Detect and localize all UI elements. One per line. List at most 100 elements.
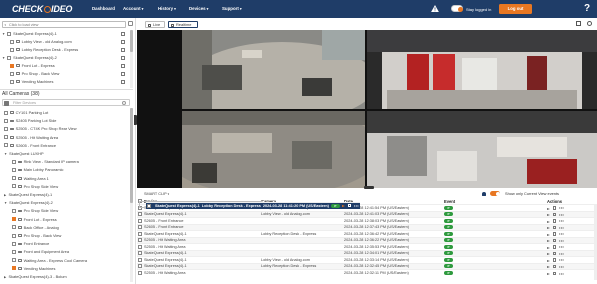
camera-row[interactable]: S2505 - CT4K Pro Shop Rear View: [4, 125, 77, 132]
view-tree-scroll-thumb[interactable]: [130, 30, 133, 52]
warning-icon[interactable]: [431, 5, 439, 12]
camera-row[interactable]: Pro Shop Side View: [12, 207, 58, 214]
view-camera-row[interactable]: Lobby Reception Desk - Express: [10, 46, 78, 53]
expand-arrow-icon[interactable]: ▼: [4, 151, 7, 158]
tab-realtime[interactable]: Realtime: [168, 21, 198, 28]
search-icon[interactable]: [122, 100, 126, 105]
clip-icon[interactable]: [347, 204, 351, 208]
camera-row[interactable]: Waiting Area 1: [12, 175, 49, 182]
tab-live[interactable]: Live: [145, 21, 165, 28]
event-badge[interactable]: P: [444, 244, 453, 249]
checkbox[interactable]: [12, 217, 16, 222]
checkbox[interactable]: [7, 31, 12, 36]
view-group-row[interactable]: ▼ SkateQuest Express(4)-1: [2, 30, 57, 37]
play-icon[interactable]: [547, 227, 550, 230]
more-icon[interactable]: •••: [354, 203, 359, 208]
play-icon[interactable]: [547, 246, 550, 249]
checkbox[interactable]: [12, 184, 16, 189]
view-group-row[interactable]: ▼ SkateQuest Express(4)-2: [2, 54, 57, 61]
more-icon[interactable]: •••: [559, 257, 564, 262]
checkbox[interactable]: [10, 39, 14, 44]
row-checkbox[interactable]: [138, 264, 142, 269]
camera-row[interactable]: Pro Shop Side View: [12, 183, 58, 190]
filter-icon[interactable]: [3, 100, 9, 106]
more-icon[interactable]: •••: [559, 225, 564, 230]
play-icon[interactable]: [341, 205, 345, 208]
camera-row[interactable]: S2605 - Front Entrance: [4, 142, 56, 149]
clip-icon[interactable]: [553, 245, 556, 249]
checkbox[interactable]: [10, 47, 14, 52]
trash-icon[interactable]: [121, 39, 125, 44]
more-icon[interactable]: •••: [559, 251, 564, 256]
trash-icon[interactable]: [121, 47, 125, 52]
event-badge[interactable]: P: [444, 212, 453, 217]
checkbox[interactable]: [12, 233, 16, 238]
checkbox[interactable]: [12, 167, 16, 172]
checkbox[interactable]: [4, 118, 8, 123]
play-icon[interactable]: [547, 220, 550, 223]
trash-icon[interactable]: [121, 79, 125, 84]
checkbox[interactable]: [12, 176, 16, 181]
search-zoom-icon[interactable]: [587, 21, 592, 26]
logout-button[interactable]: Log out: [499, 4, 532, 14]
row-checkbox[interactable]: [138, 238, 142, 243]
save-view-icon[interactable]: [128, 21, 133, 26]
clip-icon[interactable]: [553, 212, 556, 217]
view-camera-row[interactable]: Pro Shop - Back View: [10, 70, 59, 77]
nav-history[interactable]: History▾: [158, 6, 176, 11]
clip-icon[interactable]: [553, 206, 556, 210]
checkbox[interactable]: [12, 258, 16, 263]
camera-group-row[interactable]: ▶ SkateQuest Express(4)-1: [4, 191, 52, 198]
fullscreen-icon[interactable]: [576, 21, 581, 26]
bell-icon[interactable]: [482, 191, 486, 196]
play-icon[interactable]: [547, 259, 550, 262]
checkbox[interactable]: [10, 79, 14, 84]
row-checkbox[interactable]: [138, 231, 142, 236]
expand-arrow-icon[interactable]: ▼: [2, 55, 5, 62]
row-checkbox[interactable]: [138, 225, 142, 230]
row-checkbox[interactable]: [138, 251, 142, 256]
checkbox[interactable]: [12, 241, 16, 246]
checkbox[interactable]: [12, 159, 16, 164]
event-badge[interactable]: P: [444, 270, 453, 276]
camera-group-row[interactable]: ▼ SkateQuest LUXHP: [4, 150, 44, 157]
expand-arrow-icon[interactable]: ▼: [2, 31, 5, 38]
event-badge[interactable]: P: [444, 205, 453, 210]
checkbox[interactable]: [4, 135, 8, 140]
checkbox[interactable]: [4, 143, 8, 148]
trash-icon[interactable]: [121, 55, 125, 60]
nav-support[interactable]: Support▾: [222, 6, 242, 11]
checkbox[interactable]: [12, 225, 16, 230]
view-select[interactable]: ▾ Click to load view: [2, 21, 126, 28]
stay-logged-in-toggle[interactable]: [451, 5, 463, 12]
nav-devices[interactable]: Devices▾: [189, 6, 208, 11]
play-icon[interactable]: [547, 207, 550, 210]
more-icon[interactable]: •••: [559, 205, 564, 210]
checkbox[interactable]: [12, 266, 16, 271]
camera-row[interactable]: CY101 Parking Lot: [4, 109, 48, 116]
play-icon[interactable]: [547, 214, 550, 217]
checkbox[interactable]: [4, 126, 8, 131]
play-icon[interactable]: [547, 272, 550, 275]
more-icon[interactable]: •••: [559, 212, 564, 217]
view-camera-row[interactable]: Front Lot - Express: [10, 62, 55, 69]
camera-row[interactable]: Waiting Area - Express Cool Camera: [12, 257, 87, 264]
clip-icon[interactable]: [553, 238, 556, 243]
camera-tile-1[interactable]: [182, 30, 365, 109]
camera-group-row[interactable]: ▶ SkateQuest Express(4)-3 - Bolum: [4, 273, 67, 280]
event-type-select[interactable]: SMART CLIP ▾: [144, 192, 169, 196]
brand-logo[interactable]: CHECK IDEO: [12, 4, 72, 14]
checkbox[interactable]: [10, 71, 14, 76]
play-icon[interactable]: [547, 266, 550, 269]
col-event[interactable]: Event: [443, 198, 546, 204]
checkbox[interactable]: [7, 55, 12, 60]
checkbox[interactable]: [10, 63, 14, 68]
row-checkbox[interactable]: [147, 203, 151, 208]
clip-icon[interactable]: [553, 219, 556, 223]
event-badge[interactable]: P: [444, 257, 453, 262]
row-checkbox[interactable]: [138, 218, 142, 223]
camera-tile-4[interactable]: [367, 111, 597, 188]
camera-group-row[interactable]: ▼ SkateQuest Express(4)-2: [4, 199, 53, 206]
trash-icon[interactable]: [121, 71, 125, 76]
event-badge[interactable]: P: [444, 264, 453, 269]
